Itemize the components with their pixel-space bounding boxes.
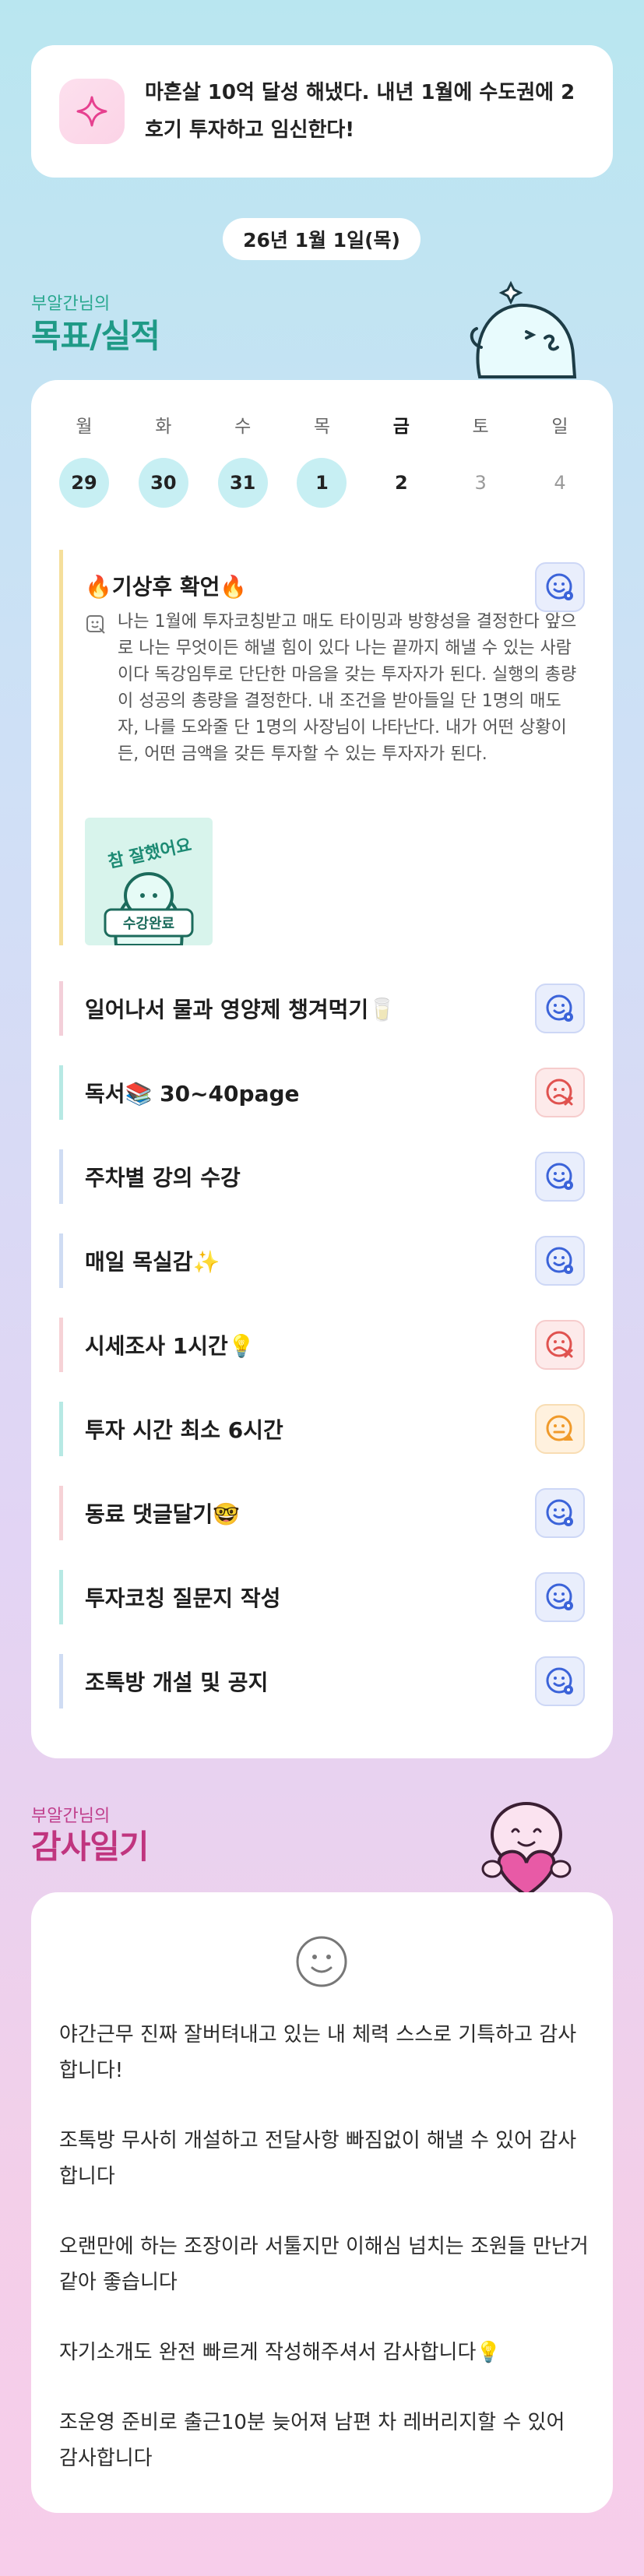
banner-text: 마흔살 10억 달성 해냈다. 내년 1월에 수도권에 2호기 투자하고 임신한… xyxy=(145,81,575,142)
thanks-entry: 조운영 준비로 출근10분 늦어져 남편 차 레버리지할 수 있어 감사합니다 xyxy=(59,2411,565,2470)
goal-item: 일어나서 물과 영양제 챙겨먹기🥛 xyxy=(59,981,585,1036)
goal-item: 투자코칭 질문지 작성 xyxy=(59,1570,585,1624)
calendar-date[interactable]: 4 xyxy=(535,458,585,508)
goal-label: 일어나서 물과 영양제 챙겨먹기🥛 xyxy=(85,997,396,1022)
sad-x-icon xyxy=(546,1331,573,1358)
goals-card: 월 화 수 목 금 토 일 29 30 31 1 2 3 4 🔥기상후 확언🔥 xyxy=(31,380,613,1758)
goal-item: 시세조사 1시간💡 xyxy=(59,1318,585,1372)
status-done-button[interactable] xyxy=(535,1656,585,1706)
goal-item: 독서📚 30~40page xyxy=(59,1065,585,1120)
thanks-entry: 야간근무 진짜 잘버텨내고 있는 내 체력 스스로 기특하고 감사합니다! xyxy=(59,2023,577,2082)
calendar-date[interactable]: 29 xyxy=(59,458,109,508)
status-done-button[interactable] xyxy=(535,1488,585,1538)
goal-item: 조톡방 개설 및 공지 xyxy=(59,1654,585,1709)
thanks-title: 감사일기 xyxy=(31,1828,150,1866)
neutral-warning-icon xyxy=(546,1415,573,1441)
weekday-label: 수 xyxy=(234,417,252,437)
goal-label: 매일 목실감✨ xyxy=(85,1249,220,1275)
goal-title: 🔥기상후 확언🔥 xyxy=(85,574,248,600)
status-done-button[interactable] xyxy=(535,562,585,612)
thanks-entry: 조톡방 무사히 개설하고 전달사항 빠짐없이 해낼 수 있어 감사합니다 xyxy=(59,2129,577,2188)
goal-note: 나는 1월에 투자코칭받고 매도 타이밍과 방향성을 결정한다 앞으로 나는 무… xyxy=(118,612,577,764)
calendar-date[interactable]: 3 xyxy=(456,458,505,508)
thanks-list: 야간근무 진짜 잘버텨내고 있는 내 체력 스스로 기특하고 감사합니다! 조톡… xyxy=(59,2017,589,2511)
calendar-date[interactable]: 30 xyxy=(138,458,188,508)
status-done-button[interactable] xyxy=(535,1236,585,1286)
goal-item: 주차별 강의 수강 xyxy=(59,1149,585,1204)
sticker-text-bottom: 수강완료 xyxy=(122,916,175,932)
heart-mascot-illustration xyxy=(481,1802,572,1897)
goal-label: 투자코칭 질문지 작성 xyxy=(85,1585,281,1611)
goal-item: 동료 댓글달기🤓 xyxy=(59,1486,585,1540)
calendar-date[interactable]: 31 xyxy=(217,458,268,508)
calendar-date[interactable]: 1 xyxy=(297,458,347,508)
status-missed-button[interactable] xyxy=(535,1068,585,1117)
goal-label: 시세조사 1시간💡 xyxy=(85,1333,255,1359)
smile-check-icon xyxy=(546,1583,573,1610)
smile-check-icon xyxy=(546,573,573,600)
smile-check-icon xyxy=(546,1247,573,1274)
thanks-entry: 오랜만에 하는 조장이라 서툴지만 이해심 넘치는 조원들 만난거 같아 좋습니… xyxy=(59,2235,589,2294)
goal-item: 투자 시간 최소 6시간 xyxy=(59,1402,585,1456)
goal-label: 조톡방 개설 및 공지 xyxy=(85,1670,269,1695)
goal-label: 독서📚 30~40page xyxy=(85,1081,300,1107)
status-done-button[interactable] xyxy=(535,1572,585,1622)
goals-title: 목표/실적 xyxy=(31,317,160,355)
week-calendar: 월 화 수 목 금 토 일 29 30 31 1 2 3 4 xyxy=(59,411,585,508)
smile-check-icon xyxy=(546,994,573,1022)
weekday-label: 토 xyxy=(472,417,489,437)
sparkle-icon xyxy=(59,79,125,144)
goal-item-detail: 🔥기상후 확언🔥 나는 1월에 투자코칭받고 매도 타이밍과 방향성을 결정한다… xyxy=(59,550,585,945)
sad-x-icon xyxy=(546,1079,573,1106)
thanks-card: 야간근무 진짜 잘버텨내고 있는 내 체력 스스로 기특하고 감사합니다! 조톡… xyxy=(31,1892,613,2513)
completion-sticker: 참 잘했어요 수강완료 xyxy=(85,818,213,945)
mascot-illustration xyxy=(470,280,577,378)
goal-label: 주차별 강의 수강 xyxy=(85,1165,241,1191)
weekday-label: 월 xyxy=(76,417,93,437)
thanks-entry: 자기소개도 완전 빠르게 작성해주셔서 감사합니다💡 xyxy=(59,2341,501,2364)
smile-check-icon xyxy=(546,1163,573,1190)
goal-banner: 마흔살 10억 달성 해냈다. 내년 1월에 수도권에 2호기 투자하고 임신한… xyxy=(31,45,613,178)
weekday-label: 화 xyxy=(155,417,172,437)
goal-label: 동료 댓글달기🤓 xyxy=(85,1501,241,1527)
goal-item: 매일 목실감✨ xyxy=(59,1233,585,1288)
calendar-date[interactable]: 2 xyxy=(376,458,426,508)
weekday-label: 금 xyxy=(392,417,410,437)
status-missed-button[interactable] xyxy=(535,1320,585,1370)
smile-check-icon xyxy=(546,1499,573,1526)
status-partial-button[interactable] xyxy=(535,1404,585,1454)
goal-label: 투자 시간 최소 6시간 xyxy=(85,1417,283,1443)
status-done-button[interactable] xyxy=(535,984,585,1033)
smile-check-icon xyxy=(546,1667,573,1694)
weekday-label: 목 xyxy=(313,417,331,437)
weekday-label: 일 xyxy=(551,417,568,437)
memo-icon xyxy=(86,615,105,634)
smile-icon xyxy=(296,1936,347,1987)
date-pill[interactable]: 26년 1월 1일(목) xyxy=(223,218,421,260)
status-done-button[interactable] xyxy=(535,1152,585,1202)
